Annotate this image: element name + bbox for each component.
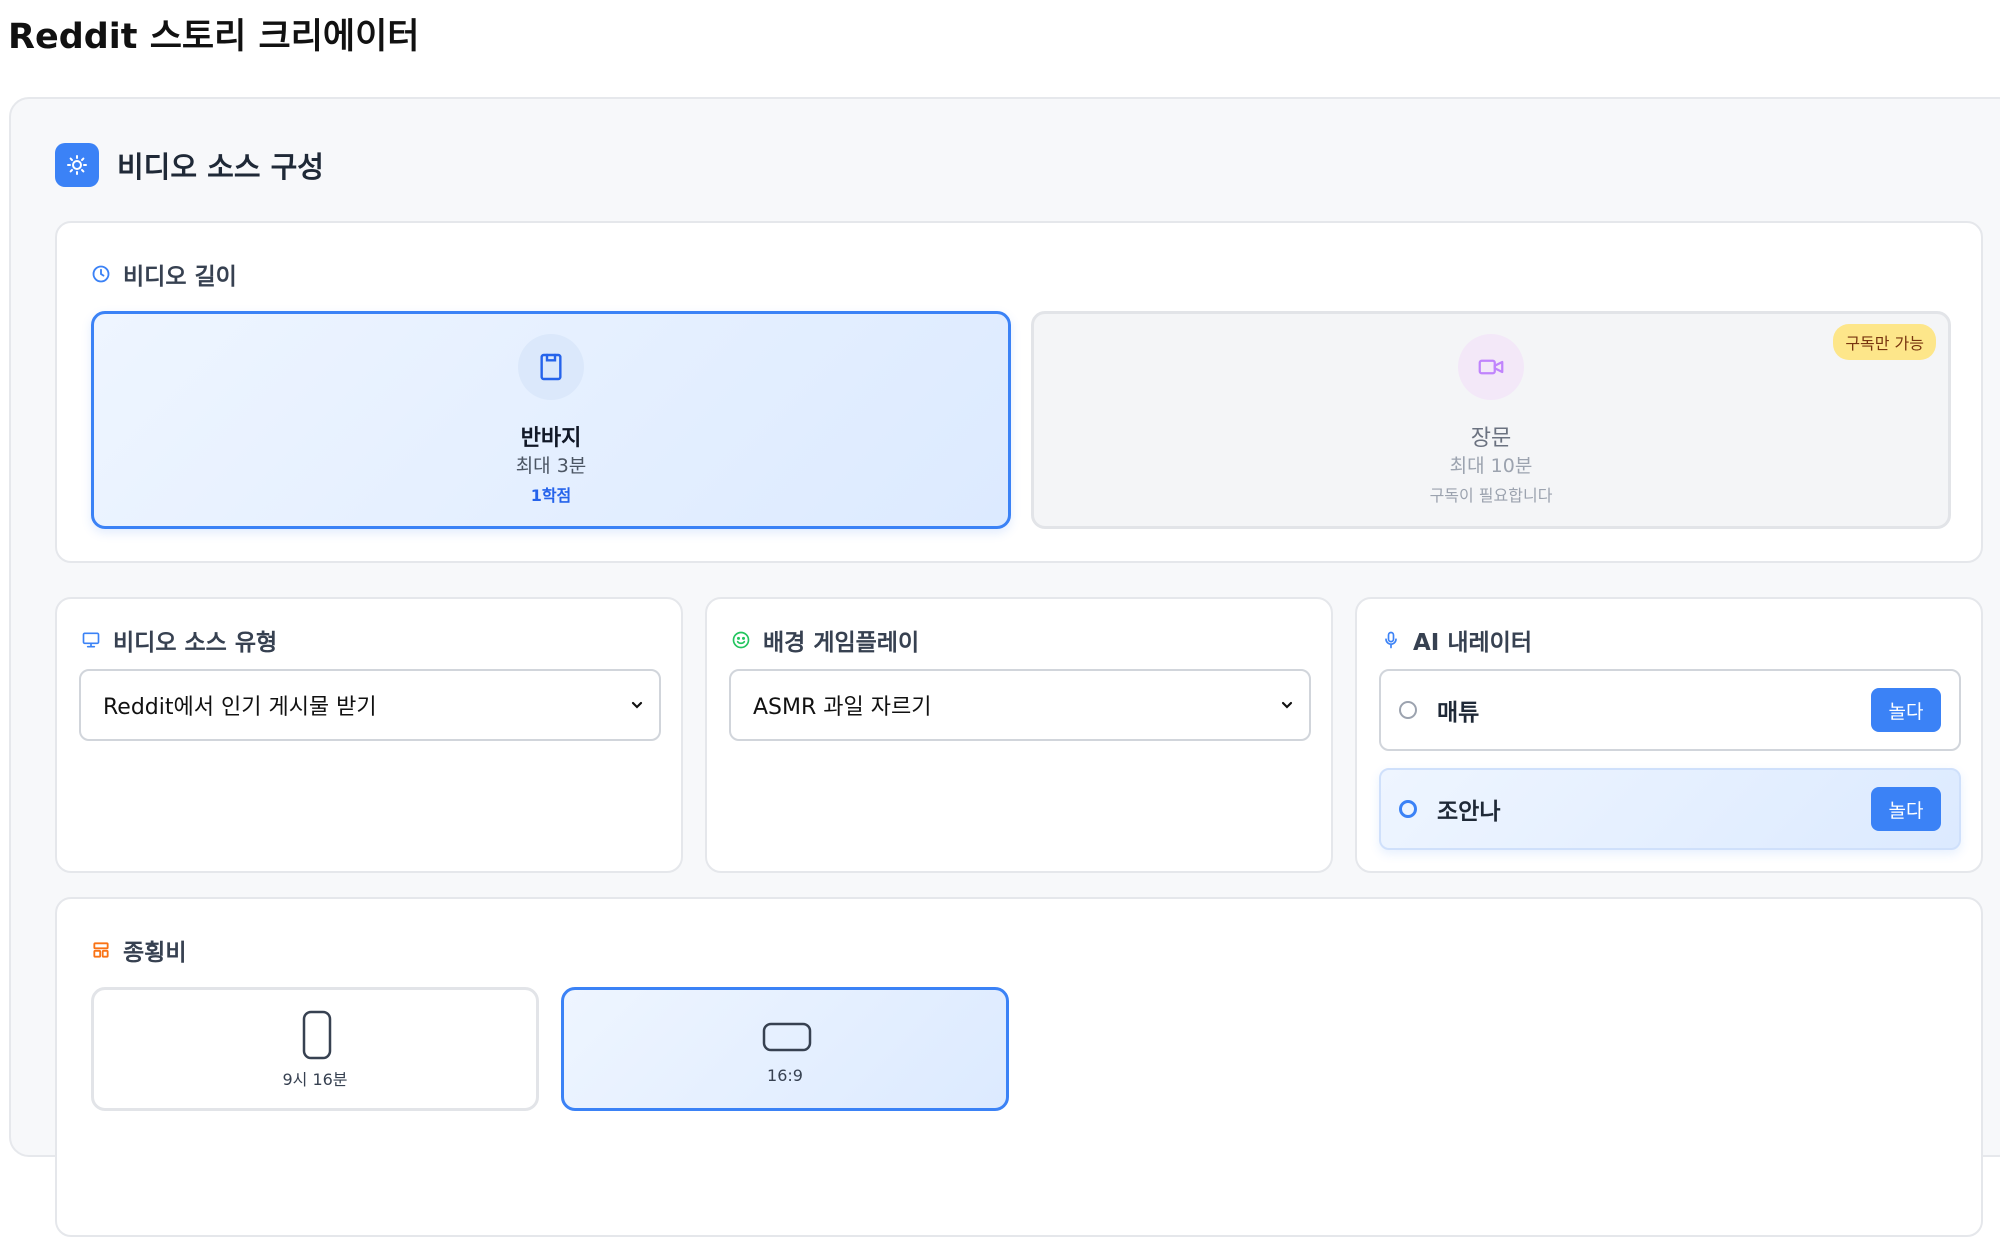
background-gameplay-label: 배경 게임플레이 — [731, 623, 919, 657]
length-option-long[interactable]: 구독만 가능 장문 최대 10분 구독이 필요합니다 — [1031, 311, 1951, 529]
length-option-name: 반바지 — [520, 426, 582, 451]
aspect-option-label: 9시 16분 — [282, 1070, 348, 1089]
narrator-option-joanna[interactable]: 조안나 놀다 — [1379, 768, 1961, 850]
clock-icon — [92, 265, 110, 283]
narrator-radio[interactable] — [1399, 800, 1417, 818]
portrait-icon — [302, 1010, 332, 1060]
narrator-radio[interactable] — [1399, 701, 1417, 719]
video-camera-icon — [1458, 334, 1524, 400]
ai-narrator-card: AI 내레이터 매튜 놀다 조안나 놀다 — [1355, 597, 1983, 873]
page-title: Reddit 스토리 크리에이터 — [8, 17, 420, 57]
panel-header: 비디오 소스 구성 — [55, 143, 324, 187]
play-button[interactable]: 놀다 — [1871, 787, 1941, 831]
narrator-name: 조안나 — [1437, 799, 1501, 825]
background-gameplay-select[interactable]: ASMR 과일 자르기 — [729, 669, 1311, 741]
chevron-down-icon — [1281, 701, 1293, 709]
microphone-icon — [1385, 631, 1397, 649]
ai-narrator-label: AI 내레이터 — [1381, 623, 1532, 657]
aspect-ratio-card: 종횡비 9시 16분 16:9 — [55, 897, 1983, 1237]
length-option-note: 구독이 필요합니다 — [1429, 486, 1553, 505]
monitor-icon — [82, 632, 100, 648]
narrator-name: 매튜 — [1437, 700, 1480, 726]
lightbulb-icon — [55, 143, 99, 187]
video-length-label: 비디오 길이 — [91, 257, 237, 291]
background-gameplay-value: ASMR 과일 자르기 — [753, 695, 932, 720]
aspect-option-label: 16:9 — [767, 1066, 803, 1085]
length-option-name: 장문 — [1470, 426, 1512, 451]
landscape-icon — [762, 1022, 812, 1052]
video-source-select[interactable]: Reddit에서 인기 게시물 받기 — [79, 669, 661, 741]
background-gameplay-card: 배경 게임플레이 ASMR 과일 자르기 — [705, 597, 1333, 873]
aspect-ratio-label: 종횡비 — [91, 933, 186, 967]
video-source-card: 비디오 소스 유형 Reddit에서 인기 게시물 받기 — [55, 597, 683, 873]
aspect-option-portrait[interactable]: 9시 16분 — [91, 987, 539, 1111]
narrator-option-matthew[interactable]: 매튜 놀다 — [1379, 669, 1961, 751]
book-icon — [518, 334, 584, 400]
video-length-card: 비디오 길이 반바지 최대 3분 1학점 구독만 가능 장문 최대 10분 구독… — [55, 221, 1983, 563]
length-option-short[interactable]: 반바지 최대 3분 1학점 — [91, 311, 1011, 529]
length-option-max: 최대 3분 — [515, 455, 587, 477]
video-source-label: 비디오 소스 유형 — [81, 623, 277, 657]
length-option-credit: 1학점 — [530, 486, 572, 505]
smiley-icon — [732, 631, 750, 649]
chevron-down-icon — [631, 701, 643, 709]
aspect-option-landscape[interactable]: 16:9 — [561, 987, 1009, 1111]
video-source-panel: 비디오 소스 구성 비디오 길이 반바지 최대 3분 1학점 구독만 가능 장문… — [9, 97, 2000, 1237]
layout-icon — [93, 942, 109, 958]
video-source-value: Reddit에서 인기 게시물 받기 — [103, 695, 377, 720]
subscription-badge: 구독만 가능 — [1833, 324, 1936, 360]
play-button[interactable]: 놀다 — [1871, 688, 1941, 732]
panel-title: 비디오 소스 구성 — [117, 150, 324, 184]
length-option-max: 최대 10분 — [1449, 455, 1533, 477]
